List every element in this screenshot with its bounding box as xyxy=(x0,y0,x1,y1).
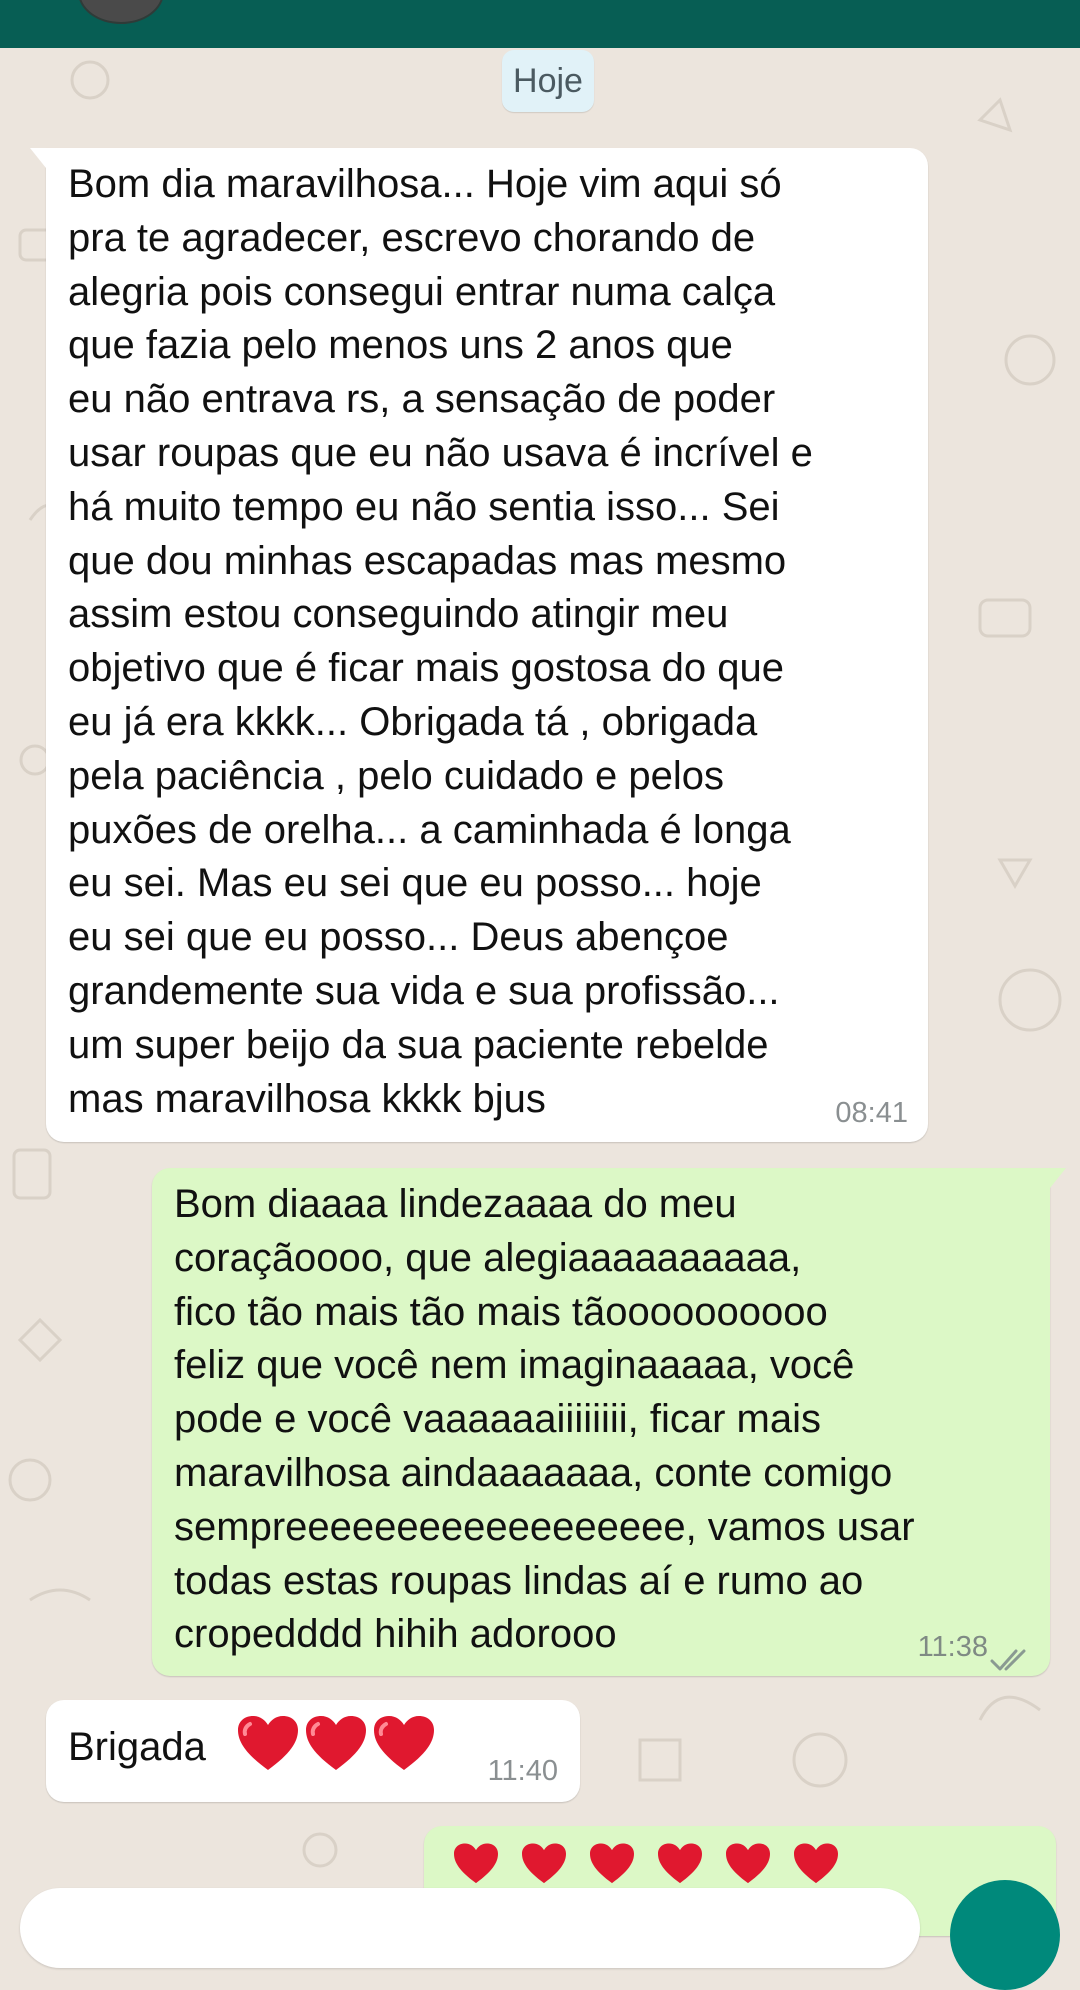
bubble-tail xyxy=(30,148,46,168)
incoming-message[interactable]: Brigada 11:40 xyxy=(46,1700,580,1802)
bubble-tail xyxy=(1050,1168,1066,1188)
heart-icon xyxy=(236,1714,300,1774)
message-time: 08:41 xyxy=(835,1097,908,1129)
heart-icon xyxy=(792,1842,840,1886)
send-button[interactable] xyxy=(950,1880,1060,1990)
heart-icon xyxy=(520,1842,568,1886)
message-time: 11:40 xyxy=(487,1755,558,1787)
message-text: Bom dia maravilhosa... Hoje vim aqui só … xyxy=(68,162,813,1121)
chat-header xyxy=(0,0,1080,48)
double-check-icon xyxy=(990,1634,1032,1671)
message-text: Brigada xyxy=(68,1725,206,1769)
message-input[interactable] xyxy=(20,1888,920,1968)
heart-icon xyxy=(588,1842,636,1886)
contact-avatar[interactable] xyxy=(78,0,164,24)
heart-icon xyxy=(372,1714,436,1774)
heart-icon xyxy=(304,1714,368,1774)
heart-icon xyxy=(452,1842,500,1886)
message-time: 11:38 xyxy=(917,1631,988,1663)
incoming-message[interactable]: Bom dia maravilhosa... Hoje vim aqui só … xyxy=(30,148,928,1142)
heart-icon xyxy=(656,1842,704,1886)
heart-icon xyxy=(724,1842,772,1886)
heart-emoji-group xyxy=(452,1842,840,1886)
message-text: Bom diaaaa lindezaaaa do meu coraçãoooo,… xyxy=(174,1182,915,1657)
heart-emoji-group xyxy=(236,1714,436,1774)
date-divider: Hoje xyxy=(502,50,594,112)
outgoing-message[interactable]: Bom diaaaa lindezaaaa do meu coraçãoooo,… xyxy=(152,1168,1066,1676)
